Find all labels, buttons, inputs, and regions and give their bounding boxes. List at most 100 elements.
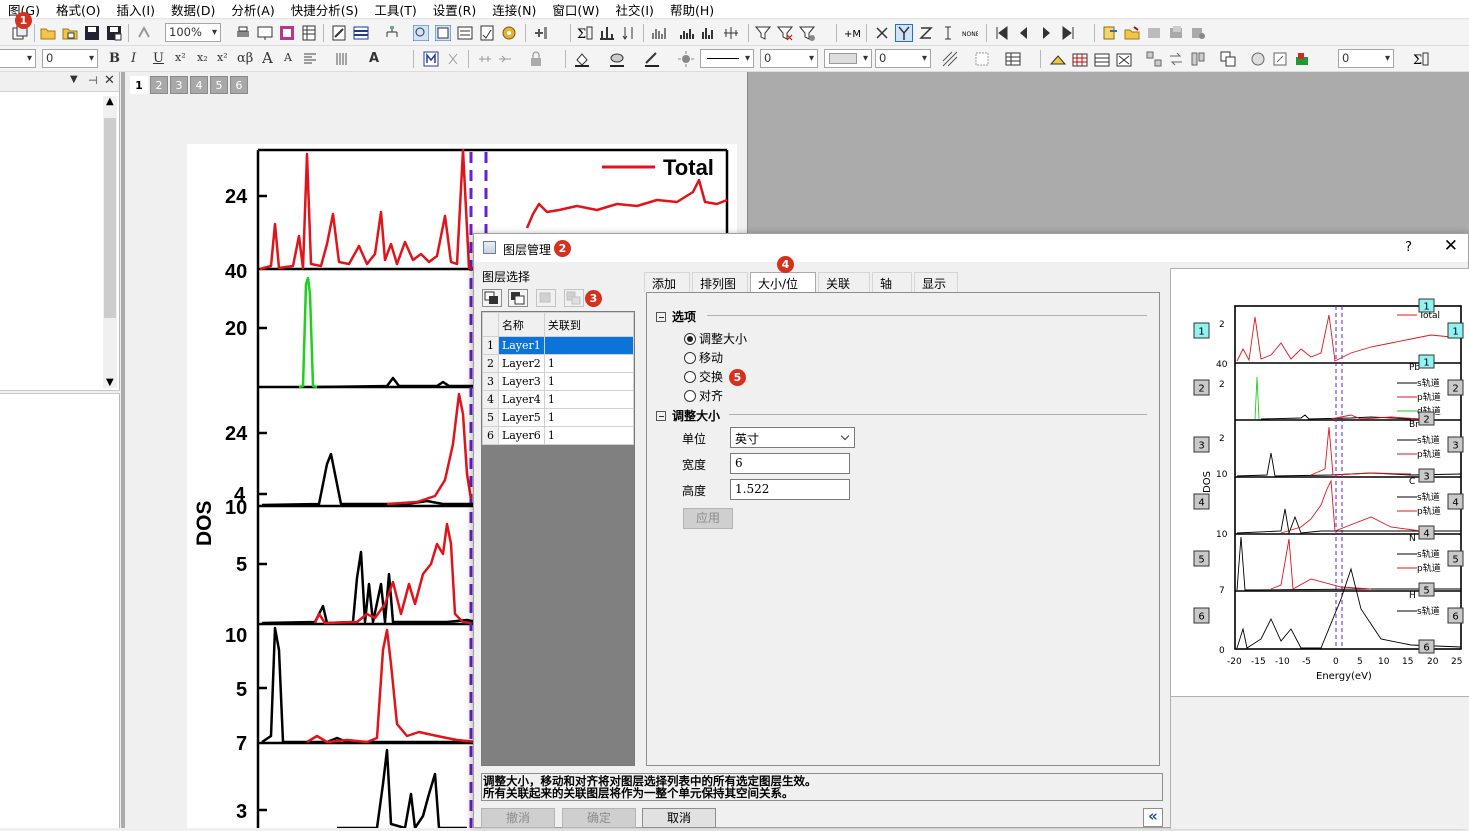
layer-name-cell[interactable]: Layer6 <box>497 426 545 445</box>
radio-resize[interactable]: 调整大小 <box>684 330 747 347</box>
layer-link-cell[interactable]: 1 <box>543 354 635 373</box>
font-name-combo[interactable] <box>0 49 36 68</box>
height-field[interactable]: 1.522 <box>730 479 850 500</box>
arrange-layers-icon[interactable] <box>1146 51 1162 67</box>
column-header-name[interactable]: 名称 <box>497 312 545 337</box>
layer-name-cell[interactable]: Layer5 <box>497 408 545 427</box>
menu-data[interactable]: 数据(D) <box>171 0 215 19</box>
filter-icon[interactable] <box>755 25 771 41</box>
layer-badge[interactable]: 1 <box>1198 327 1204 338</box>
last-icon[interactable] <box>1060 25 1076 41</box>
move-right-icon[interactable] <box>497 51 513 67</box>
superscript-button[interactable]: x² <box>175 51 186 64</box>
lock-icon[interactable] <box>528 51 544 67</box>
panel-close-icon[interactable]: ✕ <box>104 73 115 88</box>
options-group-header[interactable]: 选项 <box>656 308 696 325</box>
notes-icon[interactable] <box>331 25 347 41</box>
align-left-icon[interactable] <box>303 51 319 67</box>
fill-color-icon[interactable] <box>574 51 590 67</box>
layer-badge[interactable]: 2 <box>1423 415 1429 426</box>
rescale-icon[interactable] <box>1272 51 1288 67</box>
slideshow-icon[interactable] <box>257 25 273 41</box>
tab-axis[interactable]: 轴 <box>872 272 912 292</box>
table-row[interactable]: 3 Layer3 1 <box>482 372 635 391</box>
layer-badge[interactable]: 1 <box>1423 358 1429 369</box>
grid-layer-icon[interactable] <box>1072 51 1088 67</box>
layer-badge[interactable]: 6 <box>1423 643 1429 654</box>
layer-link-cell[interactable]: 1 <box>543 372 635 391</box>
menu-connect[interactable]: 连接(N) <box>492 0 536 19</box>
open-template-icon[interactable] <box>62 25 78 41</box>
help-button[interactable]: ? <box>1405 240 1412 255</box>
layer-tab-4[interactable]: 4 <box>190 76 208 94</box>
export-graph-icon[interactable] <box>279 25 295 41</box>
bold-button[interactable]: B <box>109 51 120 66</box>
worksheet-icon[interactable] <box>301 25 317 41</box>
layer-badge[interactable]: 3 <box>1198 441 1204 452</box>
layer-badge[interactable]: 4 <box>1423 529 1429 540</box>
line-color-icon[interactable] <box>644 51 660 67</box>
sort-icon[interactable] <box>621 25 637 41</box>
layer-badge[interactable]: 1 <box>1452 327 1458 338</box>
increase-font-button[interactable]: A <box>262 49 273 67</box>
first-icon[interactable] <box>994 25 1010 41</box>
layer-badge[interactable]: 4 <box>1198 498 1204 509</box>
mark-icon[interactable] <box>423 51 439 67</box>
select-layers-button[interactable] <box>508 289 528 307</box>
layer-badge[interactable]: 5 <box>1423 586 1429 597</box>
save-template-icon[interactable] <box>106 25 122 41</box>
bar-chart-icon[interactable] <box>701 25 717 41</box>
panel-scrollbar[interactable]: ▲ ▼ <box>103 96 117 388</box>
layer-tab-2[interactable]: 2 <box>150 76 168 94</box>
add-layer-icon[interactable] <box>1094 51 1110 67</box>
normalize-icon[interactable] <box>651 25 667 41</box>
add-plot-icon[interactable] <box>1294 51 1310 67</box>
copy-format-icon[interactable] <box>1220 51 1236 67</box>
save-icon[interactable] <box>84 25 100 41</box>
menu-format[interactable]: 格式(O) <box>56 0 101 19</box>
apps-gear-icon[interactable] <box>501 25 517 41</box>
results-log-icon[interactable] <box>413 25 429 41</box>
layer-count-combo[interactable]: 0 <box>1338 49 1394 68</box>
layer-badge[interactable]: 5 <box>1452 555 1458 566</box>
layout-icon[interactable] <box>353 25 369 41</box>
set-column-values-icon[interactable]: Σ <box>577 25 593 41</box>
color-combo[interactable] <box>824 49 872 68</box>
previous-icon[interactable] <box>1016 25 1032 41</box>
add-column-icon[interactable] <box>533 25 549 41</box>
cancel-button[interactable]: 取消 <box>642 808 716 828</box>
fill-pattern-icon[interactable] <box>609 51 625 67</box>
stat-chart-icon[interactable] <box>723 25 739 41</box>
layer-link-cell[interactable] <box>543 336 635 355</box>
layer-badge[interactable]: 3 <box>1423 472 1429 483</box>
layer-link-cell[interactable]: 1 <box>543 426 635 445</box>
set-as-x-icon[interactable] <box>874 25 890 41</box>
code-builder-icon[interactable] <box>457 25 473 41</box>
collapse-preview-button[interactable]: « <box>1143 808 1163 827</box>
width-field[interactable]: 6 <box>730 453 850 474</box>
set-as-xy-icon[interactable]: +M <box>844 25 860 41</box>
table-row[interactable]: 1 Layer1 <box>482 336 635 355</box>
menu-settings[interactable]: 设置(R) <box>433 0 476 19</box>
merge-layer-icon[interactable] <box>1116 51 1132 67</box>
pattern-icon[interactable] <box>335 51 351 67</box>
greek-button[interactable]: αβ <box>237 51 253 66</box>
table-row[interactable]: 4 Layer4 1 <box>482 390 635 409</box>
hatch-icon[interactable] <box>942 51 958 67</box>
print-icon[interactable] <box>235 25 251 41</box>
font-size-combo[interactable]: 0 <box>42 49 98 68</box>
layer-tab-5[interactable]: 5 <box>210 76 228 94</box>
layer-tab-3[interactable]: 3 <box>170 76 188 94</box>
import-wizard-icon[interactable] <box>1124 25 1140 41</box>
dialog-titlebar[interactable]: 图层管理 ? ✕ <box>474 234 1468 262</box>
underline-button[interactable]: U <box>153 51 164 66</box>
zoom-combo[interactable]: 100% <box>165 23 221 42</box>
tab-link[interactable]: 关联 <box>818 272 870 292</box>
layer-tab-6[interactable]: 6 <box>230 76 248 94</box>
panel-menu-icon[interactable]: ▼ <box>70 74 78 85</box>
layer-link-cell[interactable]: 1 <box>543 390 635 409</box>
font-color-button[interactable]: A <box>369 51 379 66</box>
column-header-link[interactable]: 关联到 <box>543 312 635 337</box>
set-as-y-icon[interactable] <box>895 24 913 42</box>
command-window-icon[interactable] <box>435 25 451 41</box>
